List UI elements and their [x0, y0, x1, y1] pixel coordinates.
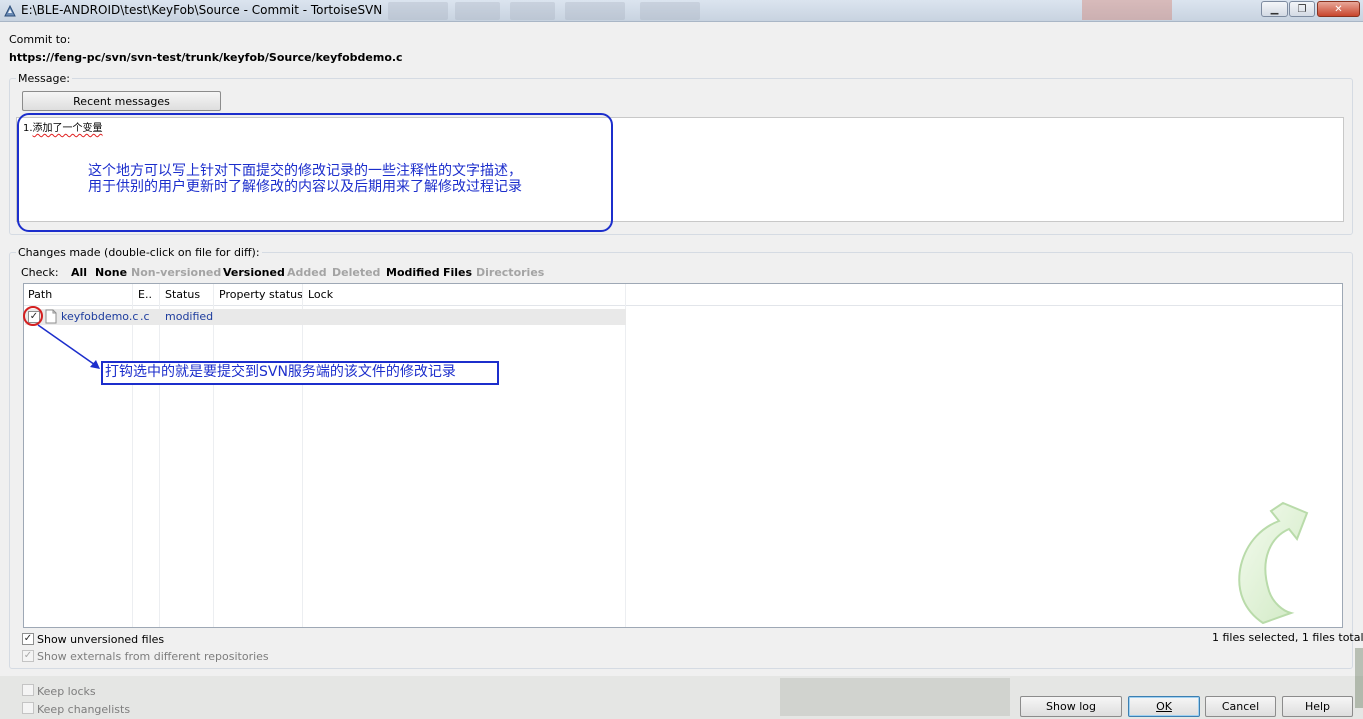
checkbox-annotation-arrow: [23, 306, 100, 369]
filter-files[interactable]: Files: [443, 266, 472, 279]
close-button[interactable]: ✕: [1317, 1, 1360, 17]
background-ghost: [780, 678, 1010, 716]
show-unversioned-label: Show unversioned files: [37, 633, 165, 646]
tortoisesvn-watermark-icon: [1238, 501, 1309, 625]
list-header: Path E.. Status Property status Lock: [24, 284, 1342, 306]
recent-messages-button[interactable]: Recent messages: [22, 91, 221, 111]
keep-changelists-checkbox[interactable]: [22, 702, 34, 714]
help-button[interactable]: Help: [1282, 696, 1353, 717]
minimize-icon: ▁: [1270, 3, 1279, 15]
message-annotation-line2: 用于供别的用户更新时了解修改的内容以及后期用来了解修改过程记录: [88, 179, 522, 195]
filter-directories: Directories: [476, 266, 545, 279]
file-extension: .c: [140, 310, 150, 323]
ok-button[interactable]: OK: [1128, 696, 1200, 717]
check-label: Check:: [21, 266, 59, 279]
cancel-button[interactable]: Cancel: [1205, 696, 1276, 717]
message-group-label: Message:: [16, 72, 72, 85]
filter-versioned[interactable]: Versioned: [223, 266, 285, 279]
column-status[interactable]: Status: [165, 288, 200, 301]
filter-added: Added: [287, 266, 327, 279]
window-title: E:\BLE-ANDROID\test\KeyFob\Source - Comm…: [21, 3, 383, 17]
show-externals-checkbox: ✓: [22, 650, 34, 662]
commit-url: https://feng-pc/svn/svn-test/trunk/keyfo…: [9, 51, 403, 64]
keep-changelists-label: Keep changelists: [37, 703, 131, 716]
show-log-button[interactable]: Show log: [1020, 696, 1122, 717]
column-property-status[interactable]: Property status: [219, 288, 303, 301]
column-divider: [213, 284, 214, 627]
close-icon: ✕: [1334, 3, 1343, 15]
column-lock[interactable]: Lock: [308, 288, 333, 301]
filter-all[interactable]: All: [71, 266, 87, 279]
column-divider: [132, 284, 133, 627]
show-externals-label: Show externals from different repositori…: [37, 650, 269, 663]
changes-group-label: Changes made (double-click on file for d…: [16, 246, 262, 259]
column-divider: [302, 284, 303, 627]
filter-deleted: Deleted: [332, 266, 381, 279]
show-unversioned-checkbox[interactable]: ✓: [22, 633, 34, 645]
commit-to-label: Commit to:: [9, 33, 71, 46]
file-status: modified: [165, 310, 214, 323]
filter-modified[interactable]: Modified: [386, 266, 440, 279]
background-ghost: [1355, 648, 1363, 708]
tortoisesvn-icon: [4, 4, 16, 17]
column-divider: [159, 284, 160, 627]
column-divider: [625, 284, 626, 627]
changes-list[interactable]: Path E.. Status Property status Lock ✓ k…: [23, 283, 1343, 628]
selection-summary: 1 files selected, 1 files total: [1212, 631, 1363, 644]
title-bar: E:\BLE-ANDROID\test\KeyFob\Source - Comm…: [0, 0, 1363, 22]
background-red-ghost: [1082, 0, 1172, 20]
minimize-button[interactable]: ▁: [1261, 1, 1288, 17]
ok-label: OK: [1156, 700, 1172, 713]
filter-non-versioned: Non-versioned: [131, 266, 222, 279]
maximize-icon: ❐: [1297, 3, 1307, 15]
maximize-button[interactable]: ❐: [1289, 1, 1315, 17]
keep-locks-checkbox[interactable]: [22, 684, 34, 696]
message-annotation-line1: 这个地方可以写上针对下面提交的修改记录的一些注释性的文字描述，: [88, 163, 522, 179]
column-path[interactable]: Path: [28, 288, 52, 301]
column-extension[interactable]: E..: [138, 288, 152, 301]
keep-locks-label: Keep locks: [37, 685, 96, 698]
checkbox-annotation-text: 打钩选中的就是要提交到SVN服务端的该文件的修改记录: [105, 364, 456, 380]
filter-none[interactable]: None: [95, 266, 127, 279]
